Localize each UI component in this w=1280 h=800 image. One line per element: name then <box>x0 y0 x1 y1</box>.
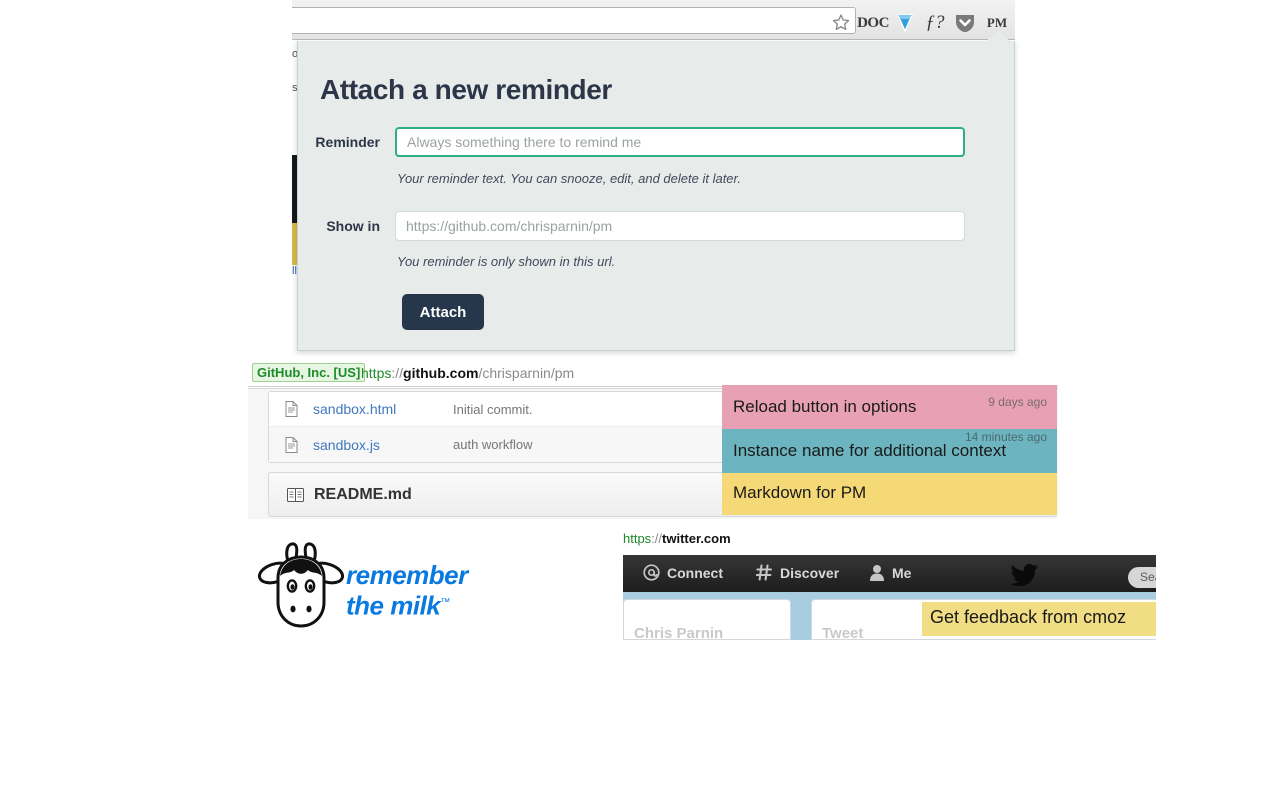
twitter-compose-label: Tweet <box>822 625 864 640</box>
ev-certificate-badge: GitHub, Inc. [US] <box>252 363 366 382</box>
bookmark-star-icon[interactable] <box>832 13 850 31</box>
rtm-line-1: remember <box>346 560 468 590</box>
popup-pointer-arrow <box>985 31 1011 42</box>
at-icon <box>643 564 660 581</box>
commit-message: auth workflow <box>453 437 533 452</box>
file-name-link[interactable]: sandbox.html <box>313 401 453 417</box>
twitter-url-domain: twitter.com <box>662 531 731 546</box>
show-in-field-label: Show in <box>326 218 380 234</box>
sticky-note[interactable]: 9 days ago Reload button in options <box>722 385 1057 430</box>
sticky-note-text: Instance name for additional context <box>733 441 1007 460</box>
twitter-url-bar[interactable]: https://twitter.com <box>620 528 1156 554</box>
github-url-bar[interactable]: GitHub, Inc. [US] https://github.com/chr… <box>248 358 1058 387</box>
search-input[interactable]: Search <box>1128 567 1156 588</box>
rtm-wordmark: remember the milk™ <box>346 562 468 620</box>
gem-extension-icon[interactable] <box>895 12 915 34</box>
f-question-extension-icon[interactable]: ƒ? <box>923 12 947 34</box>
doc-extension-icon[interactable]: DOC <box>857 12 889 34</box>
rtm-trademark: ™ <box>440 597 450 608</box>
attach-button[interactable]: Attach <box>402 294 484 330</box>
sticky-note[interactable]: Markdown for PM <box>722 473 1057 515</box>
twitter-bird-icon <box>1010 564 1039 591</box>
twitter-url: https://twitter.com <box>623 531 731 546</box>
reminder-field-label: Reminder <box>315 134 380 150</box>
nav-item-label: Me <box>892 564 912 581</box>
github-url-path: /chrisparnin/pm <box>478 365 575 381</box>
readme-file-name: README.md <box>314 485 412 503</box>
github-url-separator: :// <box>391 365 404 381</box>
page-title: Attach a new reminder <box>320 74 612 105</box>
nav-item-label: Discover <box>780 564 840 581</box>
file-text-icon <box>285 436 303 453</box>
nav-item-discover[interactable]: Discover <box>756 564 839 581</box>
sticky-note-timestamp: 9 days ago <box>988 395 1047 409</box>
reminder-help-text: Your reminder text. You can snooze, edit… <box>397 171 741 186</box>
cow-head-icon <box>257 542 345 628</box>
twitter-url-scheme: https <box>623 531 652 546</box>
twitter-profile-name: Chris Parnin <box>634 625 724 640</box>
person-icon <box>869 564 885 581</box>
file-name-link[interactable]: sandbox.js <box>313 437 453 453</box>
sticky-note-text: Markdown for PM <box>733 483 867 502</box>
pocket-extension-icon[interactable] <box>954 12 976 34</box>
screenshot-stage: DOC ƒ? PM o s ll Attach a new reminder R… <box>0 0 1280 800</box>
browser-url-input[interactable] <box>292 7 856 34</box>
sticky-note[interactable]: Get feedback from cmoz <box>922 602 1156 636</box>
nav-item-label: Connect <box>667 564 723 581</box>
reminder-input[interactable] <box>395 127 965 157</box>
github-url-domain: github.com <box>403 365 479 381</box>
show-in-help-text: You reminder is only shown in this url. <box>397 254 616 269</box>
sticky-note-text: Reload button in options <box>733 397 917 416</box>
twitter-nav-bar: Connect Discover Me Se <box>623 555 1156 592</box>
remember-the-milk-logo: remember the milk™ <box>257 540 468 635</box>
rtm-line-2: the milk <box>346 590 441 621</box>
hash-icon <box>756 564 773 581</box>
file-text-icon <box>285 401 303 417</box>
nav-item-me[interactable]: Me <box>869 564 911 581</box>
twitter-url-separator: :// <box>651 531 663 546</box>
github-url: https://github.com/chrisparnin/pm <box>361 364 574 382</box>
attach-reminder-popup: Attach a new reminder Reminder Your remi… <box>297 41 1015 351</box>
show-in-input[interactable] <box>395 211 965 241</box>
sticky-note-text: Get feedback from cmoz <box>930 607 1127 627</box>
sticky-note[interactable]: 14 minutes ago Instance name for additio… <box>722 429 1057 475</box>
github-url-scheme: https <box>361 365 392 381</box>
commit-message: Initial commit. <box>453 401 533 417</box>
nav-item-connect[interactable]: Connect <box>643 564 723 581</box>
book-icon <box>287 487 304 502</box>
twitter-profile-card: Chris Parnin <box>623 599 791 640</box>
